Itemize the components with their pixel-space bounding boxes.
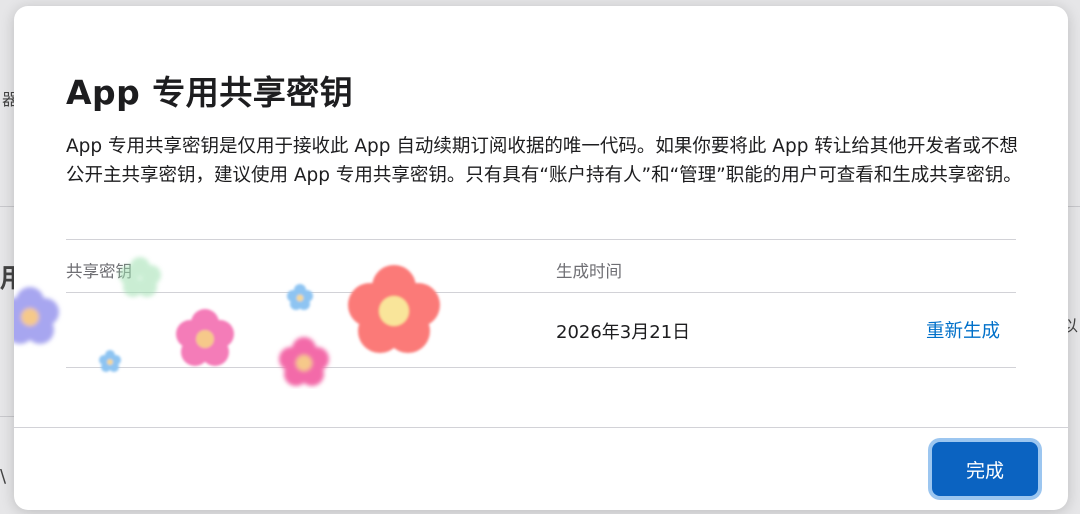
background-text-fragment: \ — [0, 466, 7, 487]
created-date: 2026年3月21日 — [556, 322, 691, 343]
dialog-title: App 专用共享密钥 — [66, 73, 354, 112]
shared-secret-dialog: App 专用共享密钥 App 专用共享密钥是仅用于接收此 App 自动续期订阅收… — [14, 6, 1068, 510]
flower-sticker-icon — [14, 257, 440, 386]
footer-divider — [14, 427, 1068, 428]
dialog-description: App 专用共享密钥是仅用于接收此 App 自动续期订阅收据的唯一代码。如果你要… — [66, 136, 1022, 186]
shared-secret-table: 共享密钥 生成时间 2026年3月21日 重新生成 — [14, 239, 1016, 386]
table-row: 2026年3月21日 重新生成 — [14, 257, 1016, 386]
done-button[interactable]: 完成 — [932, 442, 1038, 496]
regenerate-link[interactable]: 重新生成 — [926, 317, 1000, 343]
column-header-created-time: 生成时间 — [556, 262, 622, 281]
